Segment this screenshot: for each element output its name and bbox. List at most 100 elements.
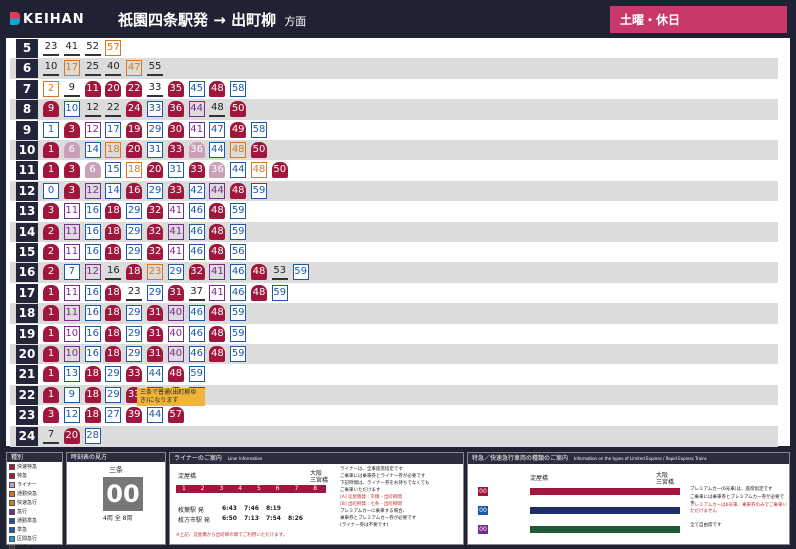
departure-minute: 18 <box>84 386 101 403</box>
departure-minute: 24 <box>126 101 143 118</box>
brand-name: KEIHAN <box>23 12 85 27</box>
limited-train-rapid <box>530 507 680 514</box>
liner-car-number: 5 <box>257 485 261 492</box>
limited-time-sample-2: 00 <box>478 506 488 515</box>
departure-minute: 41 <box>63 40 80 56</box>
departure-minute: 44 <box>209 142 226 158</box>
departure-minute: 48 <box>209 305 226 322</box>
limited-info-header: 特急／快速急行車両の種類のご案内 Information on the type… <box>468 453 789 464</box>
departure-minute: 53 <box>271 264 288 281</box>
timetable-row: 18 1 11 16 18 29 31 40 46 48 59 <box>10 303 778 325</box>
legend-label: 通勤準急 <box>17 518 38 524</box>
legend-swatch-icon <box>9 499 15 506</box>
legend-list: 快速特急 特急 ライナー 通勤快急 快速急行 急行 通勤準急 準急 区間急行 普通 <box>7 463 62 549</box>
legend-swatch-icon <box>9 472 15 479</box>
liner-time-value: 8:26 <box>288 515 303 522</box>
hour-label: 17 <box>16 283 38 303</box>
liner-time-label: 枚方市駅 発 <box>178 517 210 524</box>
departure-minute: 41 <box>167 244 184 260</box>
departure-minute: 20 <box>105 80 122 97</box>
limited-info-panel: 特急／快速急行車両の種類のご案内 Information on the type… <box>467 452 790 545</box>
departure-minute: 31 <box>167 284 184 301</box>
departure-minute: 10 <box>63 346 80 362</box>
liner-car-number: 1 <box>182 485 186 492</box>
departure-minute: 2 <box>43 80 59 97</box>
departure-minute: 32 <box>147 244 163 260</box>
departure-minute: 3 <box>43 203 59 220</box>
departure-minute: 36 <box>209 162 226 179</box>
liner-car-number: 4 <box>238 485 243 492</box>
departure-minute: 25 <box>84 60 101 77</box>
hour-label: 13 <box>16 202 38 222</box>
departure-minute: 29 <box>126 203 143 220</box>
timetable-row: 13 3 11 16 18 29 32 41 46 48 59 <box>10 201 778 223</box>
departure-minute: 58 <box>251 121 267 138</box>
hour-label: 22 <box>16 385 38 405</box>
departure-minute: 17 <box>63 60 80 77</box>
departure-minute: 40 <box>167 325 184 342</box>
departure-minute: 3 <box>63 121 80 138</box>
departure-minute: 35 <box>167 80 184 97</box>
departure-minute: 16 <box>84 346 101 362</box>
liner-destination-2: 三宮橋 <box>310 477 329 484</box>
liner-time-value: 7:13 <box>244 515 259 522</box>
departure-minute: 13 <box>63 366 80 383</box>
timetable-row: 24 7 20 28 <box>10 425 778 447</box>
departure-minute: 42 <box>188 182 205 199</box>
howto-note: 4両 全 8両 <box>103 515 133 522</box>
departure-minute: 59 <box>188 366 205 383</box>
hour-label: 21 <box>16 365 38 385</box>
departure-minute: 57 <box>105 40 122 56</box>
departure-minute: 50 <box>251 142 267 158</box>
departure-minute: 59 <box>230 325 247 342</box>
timetable-row: 9 1 3 12 17 19 29 30 41 47 49 58 <box>10 119 778 141</box>
legend-item: 快速特急 <box>9 463 60 471</box>
departure-minute: 48 <box>230 182 247 199</box>
howto-title: 時刻表の見方 <box>67 453 165 462</box>
departure-minute: 27 <box>105 407 122 424</box>
departure-minute: 59 <box>230 203 247 220</box>
departure-minute: 55 <box>147 60 163 77</box>
departure-minute: 6 <box>63 142 80 158</box>
departure-minute: 41 <box>167 223 184 240</box>
departure-minute: 46 <box>188 325 205 342</box>
departure-minute: 32 <box>188 264 205 281</box>
departure-minute: 1 <box>43 386 59 403</box>
departure-minute: 36 <box>188 142 205 158</box>
departure-minute: 59 <box>230 305 247 322</box>
departure-minute: 45 <box>188 80 205 97</box>
liner-origin: 淀屋橋 <box>178 473 197 480</box>
legend-label: 快速特急 <box>17 464 38 470</box>
departure-minute: 49 <box>230 121 247 138</box>
departure-minute: 58 <box>230 80 247 97</box>
departure-minute: 44 <box>209 182 226 199</box>
departure-minute: 19 <box>126 121 143 138</box>
departure-minute: 48 <box>209 325 226 342</box>
departure-minute: 1 <box>43 121 59 138</box>
departure-minute: 46 <box>230 284 247 301</box>
departure-minute: 11 <box>63 223 80 240</box>
departure-minute: 29 <box>167 264 184 281</box>
page-title: 祇園四条駅発 → 出町柳 方面 <box>118 9 306 30</box>
departure-minute: 29 <box>126 346 143 362</box>
legend-panel: 種別 快速特急 特急 ライナー 通勤快急 快速急行 急行 通勤準急 準急 区間急行 普通 <box>6 452 63 549</box>
limited-time-sample-3: 00 <box>478 525 488 534</box>
legend-item: 準急 <box>9 526 60 534</box>
departure-minute: 10 <box>63 325 80 342</box>
departure-minute: 1 <box>43 284 59 301</box>
departure-minute: 23 <box>147 264 163 281</box>
arrow-icon: → <box>213 11 226 29</box>
liner-time-label: 枚葉駅 発 <box>178 507 204 514</box>
departure-minute: 12 <box>84 264 101 281</box>
legend-swatch-icon <box>9 526 15 533</box>
departure-minute: 59 <box>292 264 309 281</box>
destination-station: 出町柳 <box>231 11 277 29</box>
departure-minute: 36 <box>167 101 184 118</box>
departure-minute: 7 <box>43 428 59 444</box>
limited-note: 全て自由席です <box>690 523 722 528</box>
liner-time-value: 7:46 <box>244 505 259 512</box>
departure-minute: 56 <box>230 244 247 260</box>
departure-minute: 1 <box>43 366 59 383</box>
timetable-row: 11 1 3 6 15 18 20 31 33 36 44 48 50 <box>10 160 778 182</box>
departure-minute: 2 <box>43 264 59 281</box>
